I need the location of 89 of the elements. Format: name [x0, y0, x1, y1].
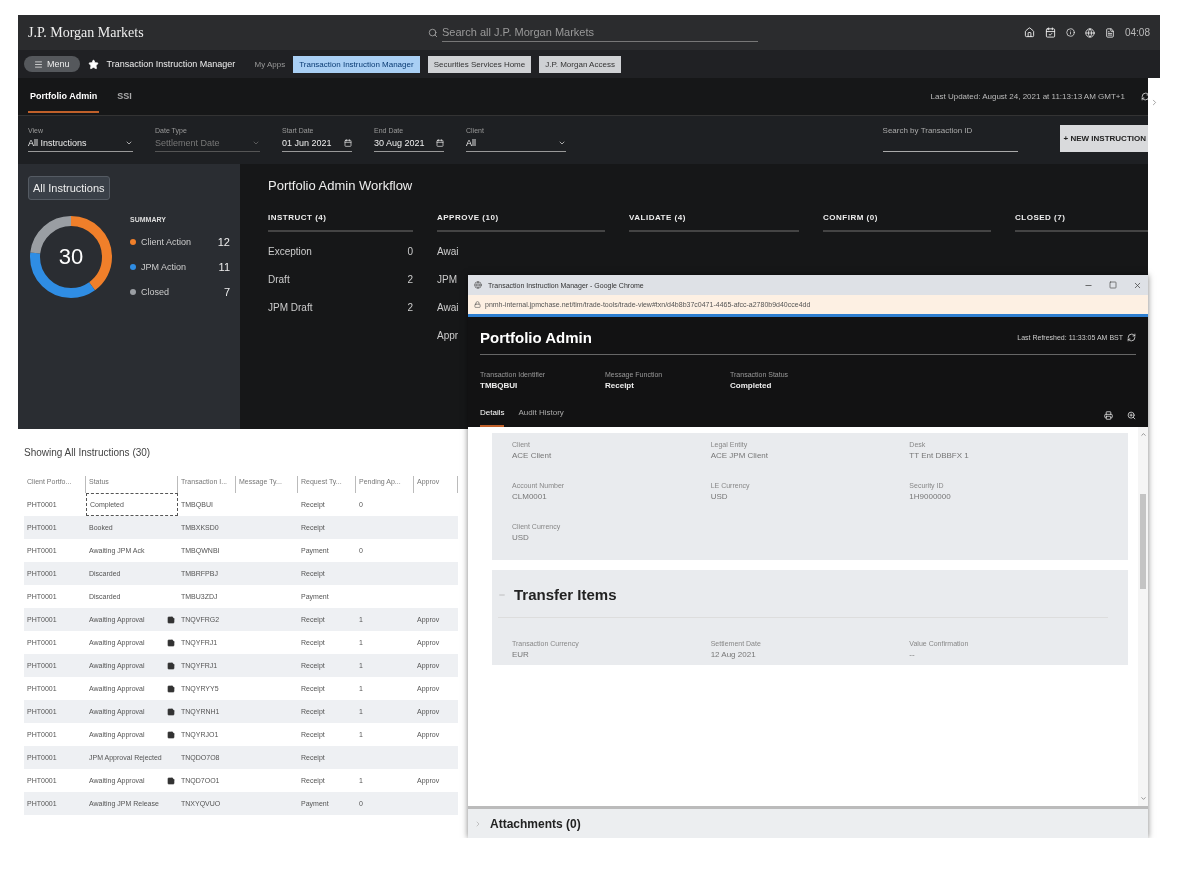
- legend-count: 11: [218, 261, 230, 273]
- new-instruction-button[interactable]: + NEW INSTRUCTION: [1059, 125, 1150, 152]
- stage-item[interactable]: Awai: [437, 246, 459, 257]
- app-title: Transaction Instruction Manager: [106, 59, 237, 69]
- note-icon[interactable]: [167, 638, 175, 647]
- app-logo[interactable]: J.P. Morgan Markets: [28, 24, 418, 41]
- clock-time: 04:08: [1124, 27, 1150, 38]
- detail-value: EUR: [512, 650, 530, 659]
- note-icon[interactable]: [167, 776, 175, 785]
- stage-item[interactable]: Draft: [268, 274, 290, 285]
- globe-icon[interactable]: [1084, 27, 1095, 38]
- total-count: 30: [58, 246, 84, 268]
- stage-item[interactable]: Awai: [437, 302, 459, 313]
- app-tab[interactable]: Securities Services Home: [427, 55, 532, 73]
- home-icon[interactable]: [1023, 27, 1035, 38]
- legend-label: Closed: [141, 287, 170, 297]
- search-field[interactable]: Search all J.P. Morgan Markets: [442, 23, 758, 42]
- legend-count: 12: [217, 236, 230, 248]
- legend-label: JPM Action: [141, 262, 188, 272]
- print-icon[interactable]: [1104, 411, 1113, 420]
- chevron-down-icon: [558, 139, 566, 147]
- transaction-search-field[interactable]: Search by Transaction ID: [882, 122, 1018, 152]
- star-icon[interactable]: [87, 58, 99, 70]
- detail-value: 12 Aug 2021: [710, 650, 757, 659]
- detail-value: TT Ent DBBFX 1: [909, 451, 970, 460]
- maximize-icon[interactable]: [1109, 281, 1117, 289]
- detail-tab[interactable]: Audit History: [518, 404, 564, 427]
- info-icon[interactable]: [1065, 28, 1075, 37]
- detail-value: ACE Client: [512, 451, 553, 460]
- dropdown-field[interactable]: All: [466, 138, 566, 152]
- browser-icon: [474, 281, 482, 289]
- attachments-title[interactable]: Attachments (0): [490, 816, 581, 831]
- field-value: Completed: [730, 381, 773, 390]
- field-value: TMBQBUI: [480, 381, 519, 390]
- my-apps-label: My Apps: [254, 59, 286, 69]
- section-title: Transfer Items: [514, 586, 617, 603]
- refresh-icon[interactable]: [1141, 92, 1150, 101]
- page-tab[interactable]: Portfolio Admin: [28, 80, 100, 113]
- filter-chip[interactable]: All Instructions: [28, 176, 110, 200]
- page-tab[interactable]: SSI: [115, 80, 134, 113]
- calendar-icon: [436, 139, 444, 147]
- detail-value: USD: [710, 492, 729, 501]
- note-icon[interactable]: [167, 615, 175, 624]
- zoom-icon[interactable]: [1127, 411, 1136, 420]
- stage-item[interactable]: JPM Draft: [268, 302, 313, 313]
- stage-heading: INSTRUCT (4): [268, 213, 413, 232]
- menu-button[interactable]: Menu: [24, 56, 80, 72]
- app-tab[interactable]: Transaction Instruction Manager: [293, 55, 420, 73]
- date-field[interactable]: 01 Jun 2021: [282, 138, 352, 152]
- app-tab[interactable]: J.P. Morgan Access: [539, 55, 621, 73]
- close-icon[interactable]: [1133, 280, 1142, 290]
- detail-value: 1H9000000: [909, 492, 952, 501]
- note-icon[interactable]: [167, 730, 175, 739]
- detail-value: CLM0001: [512, 492, 548, 501]
- detail-value: USD: [512, 533, 530, 542]
- calendar-icon[interactable]: [1044, 27, 1056, 38]
- chevron-down-icon: [125, 139, 133, 147]
- stage-heading: CONFIRM (0): [823, 213, 991, 232]
- table-caption: Showing All Instructions (30): [24, 447, 151, 458]
- popup-title: Portfolio Admin: [480, 329, 592, 346]
- detail-value: --: [909, 650, 916, 659]
- date-field[interactable]: 30 Aug 2021: [374, 138, 444, 152]
- stage-heading: APPROVE (10): [437, 213, 605, 232]
- search-icon: [428, 27, 438, 38]
- field-value: Receipt: [605, 381, 635, 390]
- detail-value: ACE JPM Client: [710, 451, 769, 460]
- note-icon[interactable]: [167, 707, 175, 716]
- lock-icon: [474, 301, 481, 308]
- dropdown-field[interactable]: All Instructions: [28, 138, 133, 152]
- stage-item[interactable]: Exception: [268, 246, 312, 257]
- stage-count: 2: [407, 274, 413, 285]
- detail-tab[interactable]: Details: [480, 404, 505, 427]
- note-icon[interactable]: [167, 684, 175, 693]
- legend-label: Client Action: [141, 237, 193, 247]
- stage-count: 2: [407, 302, 413, 313]
- last-updated: Last Updated: August 24, 2021 at 11:13:13 AM GMT+1: [930, 92, 1125, 101]
- menu-icon: [34, 59, 43, 69]
- workflow-title: Portfolio Admin Workflow: [268, 178, 414, 193]
- chevron-down-icon: [252, 139, 260, 147]
- stage-item[interactable]: Appr: [437, 330, 459, 341]
- stage-count: 0: [407, 246, 413, 257]
- scrollbar-thumb[interactable]: [1140, 494, 1146, 589]
- stage-heading: VALIDATE (4): [629, 213, 799, 232]
- calendar-icon: [344, 139, 352, 147]
- note-icon[interactable]: [167, 661, 175, 670]
- legend-count: 7: [223, 286, 230, 298]
- stage-item[interactable]: JPM: [437, 274, 457, 285]
- document-icon[interactable]: [1104, 27, 1115, 38]
- refresh-icon[interactable]: [1127, 333, 1136, 342]
